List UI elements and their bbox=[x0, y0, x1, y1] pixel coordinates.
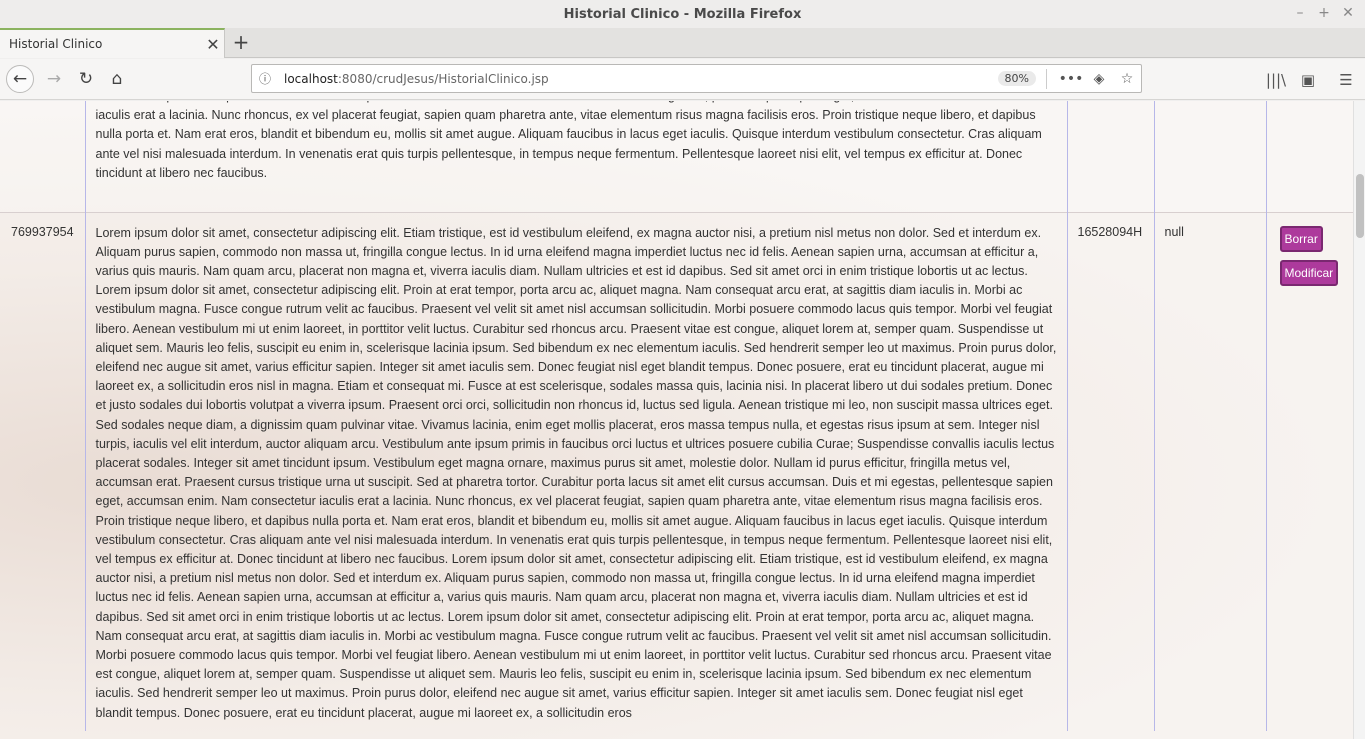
cell-description: Lorem ipsum dolor sit amet, consectetur … bbox=[84, 211, 1067, 731]
tab-close-icon[interactable]: ✕ bbox=[202, 35, 224, 54]
tab-title: Historial Clinico bbox=[9, 37, 103, 51]
home-button[interactable]: ⌂ bbox=[103, 65, 131, 93]
page-content: urna ut suscipit. Sed at pharetra tortor… bbox=[0, 101, 1353, 739]
cell-dni: 16528094H bbox=[1066, 211, 1154, 731]
more-icon[interactable]: ••• bbox=[1057, 71, 1085, 87]
cell-extra bbox=[1153, 101, 1266, 212]
records-table: urna ut suscipit. Sed at pharetra tortor… bbox=[0, 101, 1353, 731]
close-window-icon[interactable]: ✕ bbox=[1339, 4, 1357, 22]
cell-dni bbox=[1066, 101, 1154, 212]
delete-button[interactable]: Borrar bbox=[1279, 225, 1323, 252]
cell-id: 769937954 bbox=[0, 211, 85, 731]
window-titlebar: Historial Clinico - Mozilla Firefox – + … bbox=[0, 0, 1365, 28]
back-button[interactable]: ← bbox=[6, 65, 34, 93]
cell-extra: null bbox=[1153, 211, 1266, 731]
vertical-scrollbar[interactable] bbox=[1353, 101, 1365, 739]
cell-actions: Borrar Modificar bbox=[1265, 211, 1353, 731]
url-text[interactable]: localhost:8080/crudJesus/HistorialClinic… bbox=[278, 72, 998, 86]
cell-description: urna ut suscipit. Sed at pharetra tortor… bbox=[84, 101, 1067, 212]
maximize-icon[interactable]: + bbox=[1315, 4, 1333, 22]
window-title: Historial Clinico - Mozilla Firefox bbox=[563, 6, 802, 22]
sidebar-icon[interactable]: ▣ bbox=[1297, 69, 1319, 91]
tab-bar: Historial Clinico ✕ + bbox=[0, 28, 1365, 58]
edit-button[interactable]: Modificar bbox=[1279, 259, 1339, 286]
info-icon[interactable]: ⓘ bbox=[252, 70, 278, 87]
cell-id bbox=[0, 101, 85, 212]
table-row: 769937954 Lorem ipsum dolor sit amet, co… bbox=[0, 211, 1353, 731]
url-separator bbox=[1046, 68, 1047, 89]
scrollbar-thumb[interactable] bbox=[1356, 174, 1364, 238]
pocket-icon[interactable]: ◈ bbox=[1085, 71, 1113, 87]
reload-button[interactable]: ↻ bbox=[72, 65, 100, 93]
zoom-indicator[interactable]: 80% bbox=[997, 71, 1036, 86]
url-path: :8080/crudJesus/HistorialClinico.jsp bbox=[337, 71, 549, 86]
library-icon[interactable]: |||\ bbox=[1265, 69, 1287, 91]
description-text: urna ut suscipit. Sed at pharetra tortor… bbox=[95, 101, 1047, 180]
tab-historial-clinico[interactable]: Historial Clinico ✕ bbox=[0, 28, 225, 58]
minimize-icon[interactable]: – bbox=[1291, 4, 1309, 22]
cell-actions bbox=[1265, 101, 1353, 212]
menu-icon[interactable]: ☰ bbox=[1335, 69, 1357, 91]
url-bar[interactable]: ⓘ localhost:8080/crudJesus/HistorialClin… bbox=[251, 64, 1142, 93]
forward-button[interactable]: → bbox=[40, 65, 68, 93]
new-tab-button[interactable]: + bbox=[230, 30, 252, 54]
table-row: urna ut suscipit. Sed at pharetra tortor… bbox=[0, 101, 1353, 212]
url-host: localhost bbox=[284, 71, 338, 86]
nav-toolbar: ← → ↻ ⌂ ⓘ localhost:8080/crudJesus/Histo… bbox=[0, 59, 1365, 100]
bookmark-star-icon[interactable]: ☆ bbox=[1113, 71, 1141, 87]
